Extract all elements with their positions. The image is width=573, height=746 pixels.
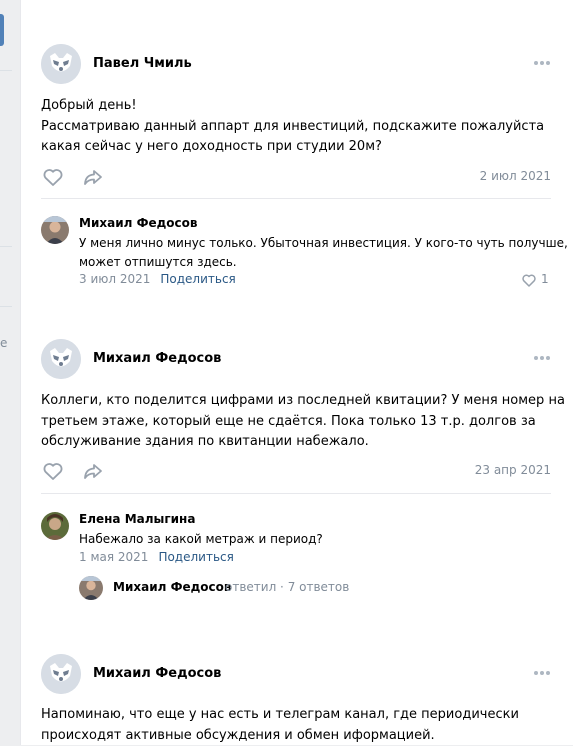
comment-text-line: Набежало за какой метраж и период?: [79, 530, 559, 549]
comment-author[interactable]: Елена Малыгина: [79, 512, 195, 526]
post-author[interactable]: Михаил Федосов: [93, 351, 221, 366]
sidebar-divider: [0, 246, 12, 247]
comment-meta: 1 мая 2021 Поделиться: [79, 550, 234, 564]
share-icon[interactable]: [81, 459, 105, 483]
default-avatar-icon[interactable]: [41, 339, 81, 379]
avatar[interactable]: [79, 576, 103, 600]
comment-text-line: может отпишутся здесь.: [79, 253, 559, 272]
post: Михаил Федосов Коллеги, кто поделится ци…: [41, 339, 551, 504]
post-author[interactable]: Михаил Федосов: [93, 666, 221, 681]
sidebar-divider: [0, 306, 12, 307]
avatar[interactable]: [41, 512, 69, 540]
comment: Елена Малыгина Набежало за какой метраж …: [41, 512, 551, 604]
heart-icon[interactable]: [521, 272, 537, 288]
comment-author[interactable]: Михаил Федосов: [79, 216, 198, 230]
more-options-icon[interactable]: [533, 670, 551, 676]
post-text-line: третьем этаже, который еще не сдаётся. П…: [41, 412, 561, 433]
reply-thread-link[interactable]: Михаил Федосов ответил · 7 ответов: [79, 576, 479, 604]
post-text-line: Добрый день!: [41, 96, 561, 117]
comment-like-button[interactable]: 1: [521, 272, 551, 288]
reply-author[interactable]: Михаил Федосов: [113, 580, 232, 594]
post-text-line: какая сейчас у него доходность при студи…: [41, 137, 561, 158]
post-text-line: Напоминаю, что еще у нас есть и телеграм…: [41, 705, 561, 726]
more-options-icon[interactable]: [533, 355, 551, 361]
share-icon[interactable]: [81, 165, 105, 189]
heart-icon[interactable]: [41, 459, 65, 483]
like-count: 1: [541, 272, 549, 286]
post-actions: 23 апр 2021: [41, 459, 551, 483]
post-text: Коллеги, кто поделится цифрами из послед…: [41, 391, 561, 453]
comment-text: Набежало за какой метраж и период?: [79, 530, 559, 549]
left-sidebar-edge: e: [0, 0, 14, 745]
share-link[interactable]: Поделиться: [158, 550, 233, 564]
default-avatar-icon[interactable]: [41, 44, 81, 84]
discussion-panel: Павел Чмиль Добрый день! Рассматриваю да…: [20, 0, 573, 745]
comment-date[interactable]: 3 июл 2021: [79, 272, 150, 286]
post-date[interactable]: 23 апр 2021: [475, 463, 551, 477]
avatar[interactable]: [41, 216, 69, 244]
comment-date[interactable]: 1 мая 2021: [79, 550, 148, 564]
comment-meta: 3 июл 2021 Поделиться: [79, 272, 236, 286]
comment-text-line: У меня лично минус только. Убыточная инв…: [79, 234, 559, 253]
default-avatar-icon[interactable]: [41, 654, 81, 694]
post: Михаил Федосов Напоминаю, что еще у нас …: [41, 654, 551, 745]
share-link[interactable]: Поделиться: [160, 272, 235, 286]
active-menu-indicator: [0, 14, 4, 46]
post-actions: 2 июл 2021: [41, 165, 551, 189]
comment-text: У меня лично минус только. Убыточная инв…: [79, 234, 559, 272]
sidebar-text-fragment: e: [0, 336, 7, 350]
post-text-line: обслуживание здания по квитанции набежал…: [41, 432, 561, 453]
comment: Михаил Федосов У меня лично минус только…: [41, 216, 551, 296]
divider: [41, 198, 551, 199]
post: Павел Чмиль Добрый день! Рассматриваю да…: [41, 44, 551, 209]
post-text: Напоминаю, что еще у нас есть и телеграм…: [41, 705, 561, 746]
post-text-line: Коллеги, кто поделится цифрами из послед…: [41, 391, 561, 412]
post-text-line: происходят активные обсуждения и обмен и…: [41, 726, 561, 746]
reply-meta[interactable]: ответил · 7 ответов: [225, 580, 349, 594]
heart-icon[interactable]: [41, 165, 65, 189]
post-author[interactable]: Павел Чмиль: [93, 56, 192, 71]
sidebar-divider: [0, 70, 12, 71]
post-text: Добрый день! Рассматриваю данный аппарт …: [41, 96, 561, 158]
more-options-icon[interactable]: [533, 60, 551, 66]
post-text-line: Рассматриваю данный аппарт для инвестици…: [41, 117, 561, 138]
divider: [41, 493, 551, 494]
post-date[interactable]: 2 июл 2021: [480, 169, 551, 183]
